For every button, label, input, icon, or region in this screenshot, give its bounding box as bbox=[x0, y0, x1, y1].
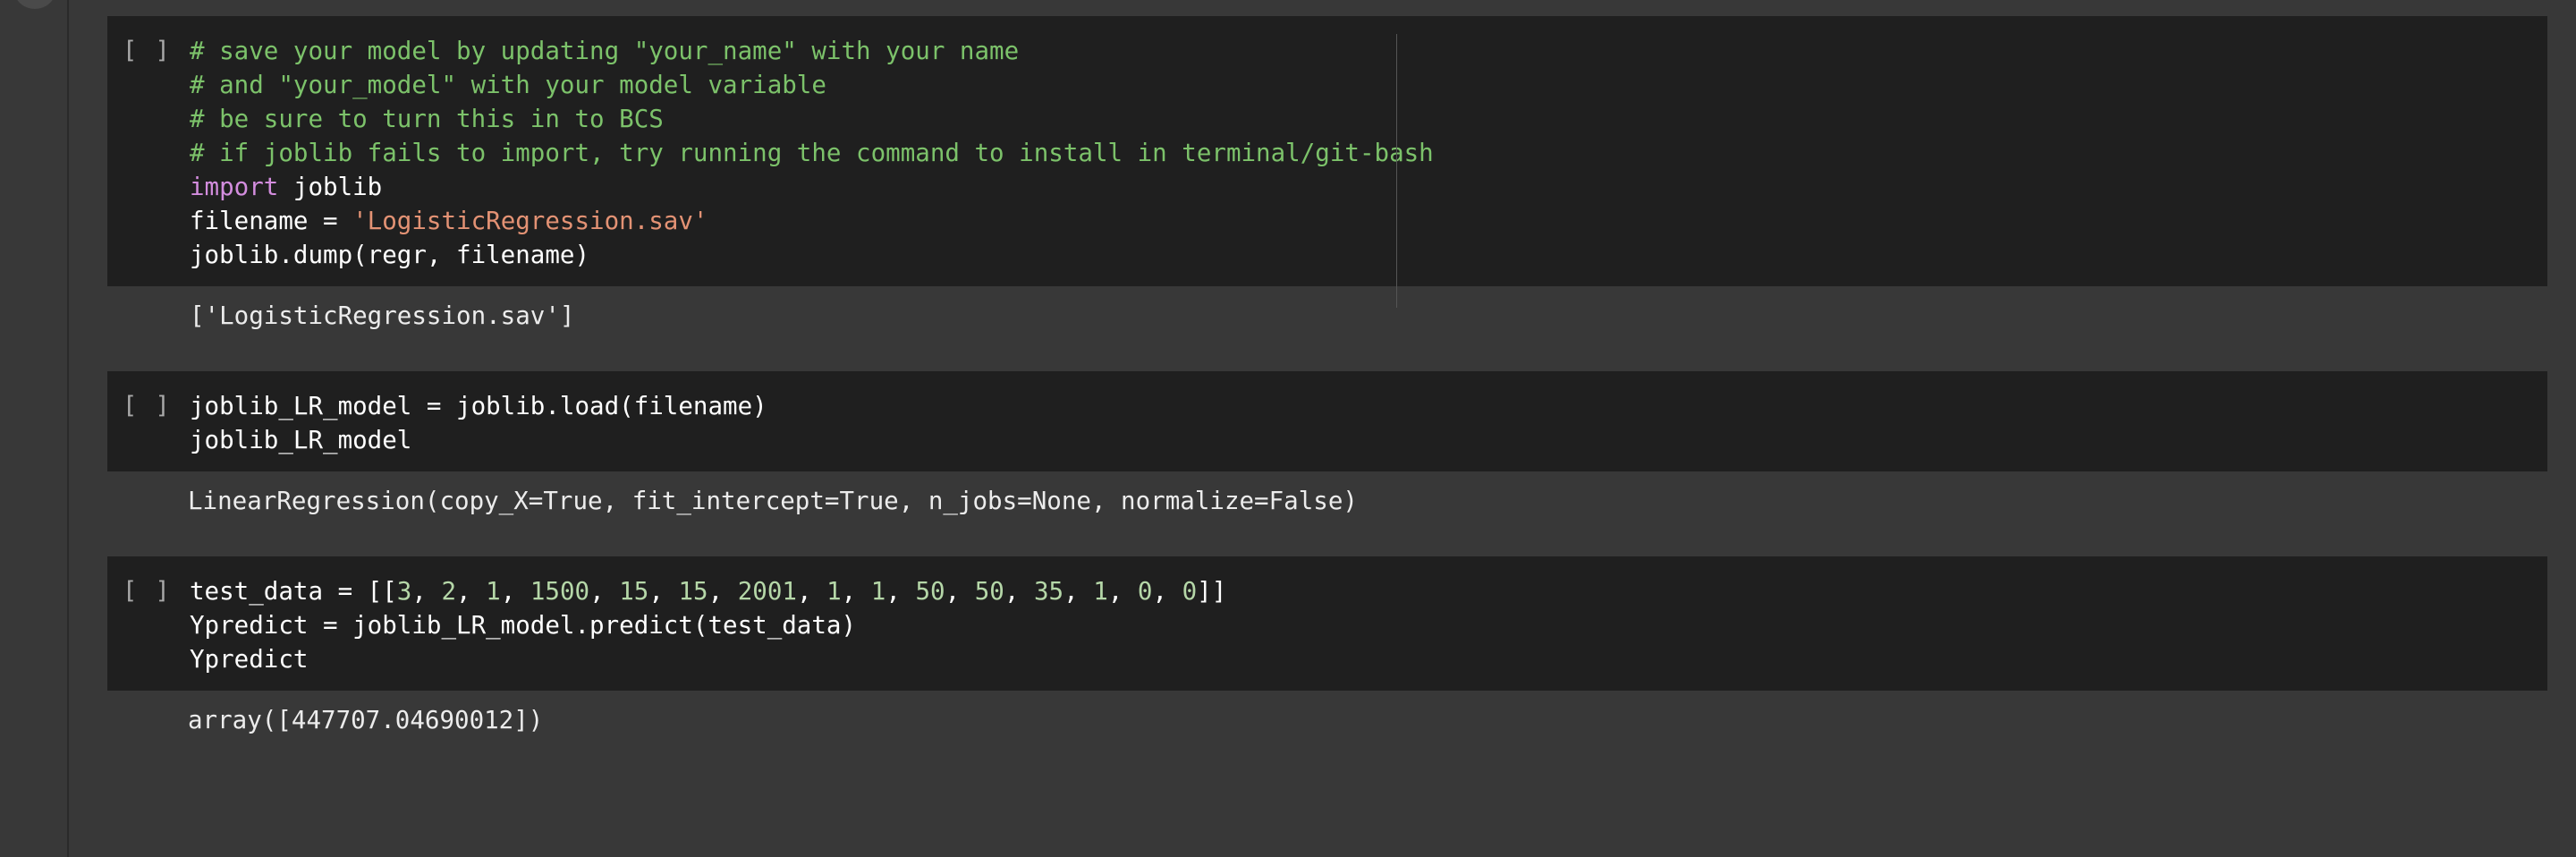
code-token-plain: , bbox=[1004, 577, 1034, 606]
code-token-plain: Ypredict = joblib_LR_model.predict(test_… bbox=[190, 611, 857, 640]
code-token-plain: Ypredict bbox=[190, 645, 309, 674]
code-token-number: 1 bbox=[486, 577, 501, 606]
code-line: # save your model by updating "your_name… bbox=[190, 34, 2547, 68]
cell-output: ['LogisticRegression.sav'] bbox=[190, 301, 575, 330]
code-token-plain: , bbox=[1152, 577, 1182, 606]
cell-output: LinearRegression(copy_X=True, fit_interc… bbox=[188, 487, 1358, 515]
code-line: Ypredict = joblib_LR_model.predict(test_… bbox=[190, 608, 2547, 642]
code-cell-predict[interactable]: [ ] test_data = [[3, 2, 1, 1500, 15, 15,… bbox=[107, 556, 2547, 737]
code-token-plain: , bbox=[796, 577, 827, 606]
code-token-plain: , bbox=[1107, 577, 1138, 606]
code-editor[interactable]: [ ] test_data = [[3, 2, 1, 1500, 15, 15,… bbox=[107, 556, 2547, 691]
run-cell-button[interactable]: [ ] bbox=[123, 34, 172, 68]
line-length-ruler bbox=[1396, 34, 1397, 308]
code-line: joblib.dump(regr, filename) bbox=[190, 238, 2547, 272]
code-token-number: 0 bbox=[1137, 577, 1153, 606]
code-token-comment: # and "your_model" with your model varia… bbox=[190, 71, 826, 99]
code-token-plain: , bbox=[945, 577, 975, 606]
code-line: joblib_LR_model bbox=[190, 423, 2547, 457]
cell-output: array([447707.04690012]) bbox=[188, 706, 544, 734]
code-token-plain: , bbox=[648, 577, 679, 606]
code-line: filename = 'LogisticRegression.sav' bbox=[190, 204, 2547, 238]
code-token-plain: , bbox=[1063, 577, 1094, 606]
code-token-number: 35 bbox=[1033, 577, 1064, 606]
code-line: # be sure to turn this in to BCS bbox=[190, 102, 2547, 136]
code-editor[interactable]: [ ] # save your model by updating "your_… bbox=[107, 16, 2547, 308]
code-line: import joblib bbox=[190, 170, 2547, 204]
code-token-number: 1 bbox=[870, 577, 886, 606]
code-token-plain: test_data = [[ bbox=[190, 577, 397, 606]
code-token-plain: joblib bbox=[278, 173, 383, 201]
code-token-number: 0 bbox=[1182, 577, 1198, 606]
code-token-comment: # save your model by updating "your_name… bbox=[190, 37, 1020, 65]
code-line: joblib_LR_model = joblib.load(filename) bbox=[190, 389, 2547, 423]
run-cell-button[interactable]: [ ] bbox=[123, 574, 172, 608]
left-gutter bbox=[0, 0, 69, 857]
code-token-number: 15 bbox=[619, 577, 649, 606]
code-line: test_data = [[3, 2, 1, 1500, 15, 15, 200… bbox=[190, 574, 2547, 608]
code-token-comment: # be sure to turn this in to BCS bbox=[190, 105, 664, 133]
code-token-number: 1500 bbox=[530, 577, 590, 606]
cell-run-button[interactable] bbox=[14, 0, 55, 9]
code-token-plain: , bbox=[886, 577, 916, 606]
code-token-plain: , bbox=[841, 577, 871, 606]
code-cell-save-model[interactable]: [ ] # save your model by updating "your_… bbox=[107, 16, 2547, 371]
code-token-plain: joblib_LR_model = joblib.load(filename) bbox=[190, 392, 767, 420]
code-token-plain: , bbox=[589, 577, 620, 606]
code-token-keyword: import bbox=[190, 173, 279, 201]
code-token-plain: , bbox=[456, 577, 487, 606]
notebook: [ ] # save your model by updating "your_… bbox=[107, 16, 2547, 737]
code-token-number: 50 bbox=[974, 577, 1004, 606]
code-line: # if joblib fails to import, try running… bbox=[190, 136, 2547, 170]
code-line: # and "your_model" with your model varia… bbox=[190, 68, 2547, 102]
code-token-number: 1 bbox=[826, 577, 842, 606]
code-token-number: 2001 bbox=[737, 577, 797, 606]
code-line: Ypredict bbox=[190, 642, 2547, 676]
run-cell-button[interactable]: [ ] bbox=[123, 389, 172, 423]
code-token-number: 2 bbox=[441, 577, 457, 606]
code-token-plain: , bbox=[411, 577, 442, 606]
code-lines: joblib_LR_model = joblib.load(filename) j… bbox=[190, 389, 2547, 457]
code-token-plain: ]] bbox=[1197, 577, 1227, 606]
code-token-plain: joblib.dump(regr, filename) bbox=[190, 241, 590, 269]
code-token-number: 1 bbox=[1093, 577, 1108, 606]
code-token-plain: joblib_LR_model bbox=[190, 426, 412, 454]
code-token-number: 3 bbox=[396, 577, 412, 606]
code-token-comment: # if joblib fails to import, try running… bbox=[190, 139, 1434, 167]
code-token-plain: , bbox=[708, 577, 738, 606]
code-cell-load-model[interactable]: [ ] joblib_LR_model = joblib.load(filena… bbox=[107, 371, 2547, 556]
code-editor[interactable]: [ ] joblib_LR_model = joblib.load(filena… bbox=[107, 371, 2547, 471]
code-token-number: 15 bbox=[678, 577, 708, 606]
code-token-number: 50 bbox=[915, 577, 945, 606]
code-token-string: 'LogisticRegression.sav' bbox=[352, 207, 708, 235]
code-token-plain: filename = bbox=[190, 207, 353, 235]
code-lines: # save your model by updating "your_name… bbox=[190, 34, 2547, 272]
code-lines: test_data = [[3, 2, 1, 1500, 15, 15, 200… bbox=[190, 574, 2547, 676]
code-token-plain: , bbox=[500, 577, 530, 606]
